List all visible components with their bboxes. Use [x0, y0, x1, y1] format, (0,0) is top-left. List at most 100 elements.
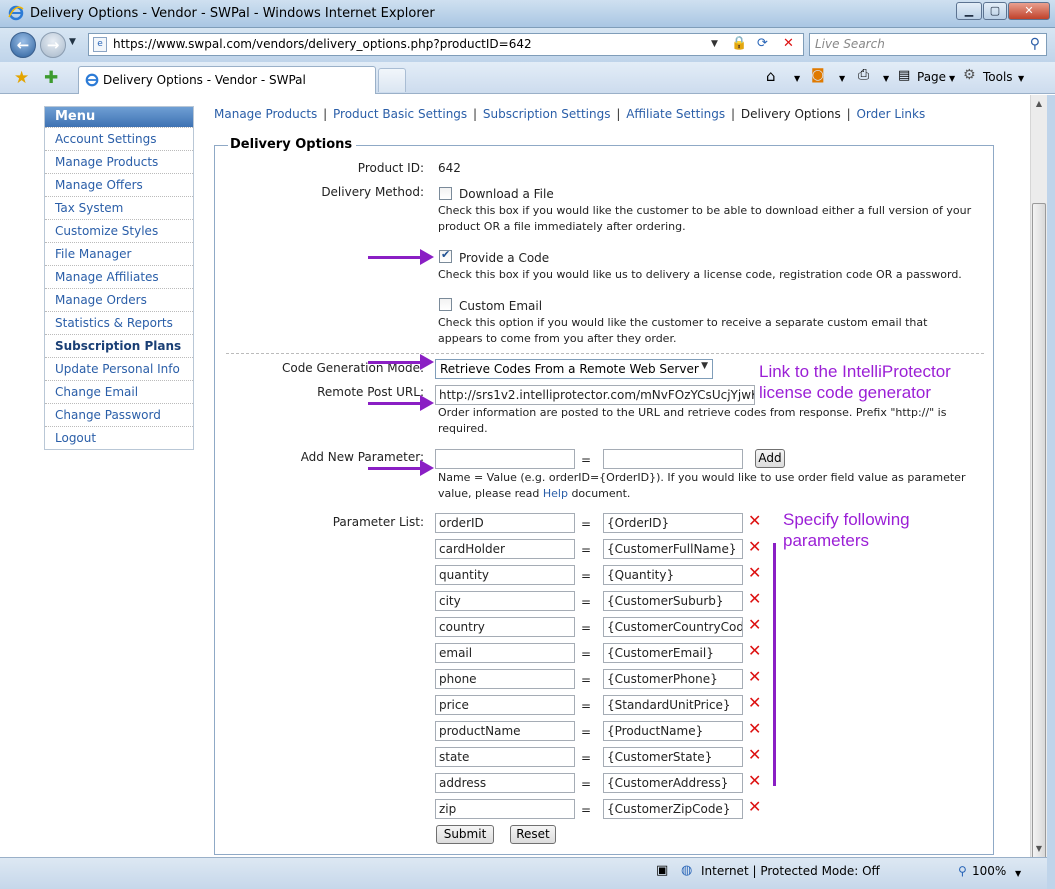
scroll-down-icon[interactable]: ▼: [1031, 840, 1047, 857]
delete-parameter-icon[interactable]: ✕: [748, 617, 761, 633]
parameter-name-input[interactable]: phone: [435, 669, 575, 689]
refresh-icon[interactable]: ⟳: [757, 33, 768, 54]
maximize-button[interactable]: ▢: [983, 2, 1007, 20]
link-manage-products[interactable]: Manage Products: [214, 107, 317, 121]
print-dropdown-icon[interactable]: ▼: [883, 74, 889, 83]
parameter-name-input[interactable]: cardHolder: [435, 539, 575, 559]
provide-code-checkbox[interactable]: [439, 248, 452, 263]
stop-icon[interactable]: ✕: [783, 33, 794, 54]
parameter-name-input[interactable]: productName: [435, 721, 575, 741]
remote-url-input[interactable]: http://srs1v2.intelliprotector.com/mNvFO…: [435, 385, 755, 405]
delete-parameter-icon[interactable]: ✕: [748, 799, 761, 815]
menu-item-change-password[interactable]: Change Password: [45, 403, 193, 426]
zoom-level[interactable]: 100%: [972, 864, 1006, 878]
parameter-value-input[interactable]: {StandardUnitPrice}: [603, 695, 743, 715]
parameter-name-input[interactable]: address: [435, 773, 575, 793]
parameter-name-input[interactable]: price: [435, 695, 575, 715]
favorites-star-icon[interactable]: ★: [14, 68, 29, 88]
parameter-value-input[interactable]: {CustomerZipCode}: [603, 799, 743, 819]
parameter-name-input[interactable]: email: [435, 643, 575, 663]
parameter-value-input[interactable]: {CustomerAddress}: [603, 773, 743, 793]
parameter-value-input[interactable]: {CustomerState}: [603, 747, 743, 767]
page-dropdown-icon[interactable]: ▼: [949, 74, 955, 83]
add-parameter-button[interactable]: Add: [755, 449, 785, 468]
scrollbar-thumb[interactable]: [1032, 203, 1046, 867]
url-dropdown-icon[interactable]: ▼: [711, 34, 718, 55]
menu-item-statistics-reports[interactable]: Statistics & Reports: [45, 311, 193, 334]
home-dropdown-icon[interactable]: ▼: [794, 74, 800, 83]
new-parameter-name-input[interactable]: [435, 449, 575, 469]
url-field[interactable]: e https://www.swpal.com/vendors/delivery…: [88, 33, 804, 56]
menu-item-manage-offers[interactable]: Manage Offers: [45, 173, 193, 196]
menu-item-manage-orders[interactable]: Manage Orders: [45, 288, 193, 311]
delete-parameter-icon[interactable]: ✕: [748, 513, 761, 529]
menu-item-manage-products[interactable]: Manage Products: [45, 150, 193, 173]
menu-item-file-manager[interactable]: File Manager: [45, 242, 193, 265]
home-icon[interactable]: ⌂: [766, 67, 776, 85]
parameter-value-input[interactable]: {CustomerEmail}: [603, 643, 743, 663]
parameter-name-input[interactable]: country: [435, 617, 575, 637]
link-affiliate-settings[interactable]: Affiliate Settings: [626, 107, 725, 121]
tab-delivery-options[interactable]: Delivery Options - Vendor - SWPal: [78, 66, 376, 94]
new-parameter-value-input[interactable]: [603, 449, 743, 469]
menu-item-change-email[interactable]: Change Email: [45, 380, 193, 403]
search-input[interactable]: Live Search ⚲: [809, 33, 1047, 56]
menu-item-account-settings[interactable]: Account Settings: [45, 127, 193, 150]
print-icon[interactable]: ⎙: [858, 67, 869, 83]
menu-item-update-personal-info[interactable]: Update Personal Info: [45, 357, 193, 380]
close-window-button[interactable]: ✕: [1008, 2, 1050, 20]
parameter-value-input[interactable]: {CustomerFullName}: [603, 539, 743, 559]
delete-parameter-icon[interactable]: ✕: [748, 643, 761, 659]
parameter-name-input[interactable]: city: [435, 591, 575, 611]
parameter-value-input[interactable]: {CustomerCountryCode}: [603, 617, 743, 637]
page-menu[interactable]: Page: [917, 70, 946, 84]
parameter-value-input[interactable]: {CustomerSuburb}: [603, 591, 743, 611]
history-dropdown-icon[interactable]: ▼: [69, 37, 76, 47]
submit-button[interactable]: Submit: [436, 825, 494, 844]
menu-item-customize-styles[interactable]: Customize Styles: [45, 219, 193, 242]
link-order-links[interactable]: Order Links: [856, 107, 925, 121]
security-zone[interactable]: Internet | Protected Mode: Off: [701, 864, 880, 878]
delete-parameter-icon[interactable]: ✕: [748, 747, 761, 763]
minimize-button[interactable]: ▁: [956, 2, 982, 20]
parameter-value-input[interactable]: {OrderID}: [603, 513, 743, 533]
reset-button[interactable]: Reset: [510, 825, 556, 844]
delete-parameter-icon[interactable]: ✕: [748, 695, 761, 711]
delete-parameter-icon[interactable]: ✕: [748, 539, 761, 555]
delete-parameter-icon[interactable]: ✕: [748, 669, 761, 685]
lock-icon[interactable]: 🔒: [731, 33, 747, 54]
delete-parameter-icon[interactable]: ✕: [748, 721, 761, 737]
menu-item-subscription-plans[interactable]: Subscription Plans: [45, 334, 193, 357]
parameter-name-input[interactable]: zip: [435, 799, 575, 819]
feeds-icon[interactable]: ◙: [811, 67, 825, 83]
menu-item-manage-affiliates[interactable]: Manage Affiliates: [45, 265, 193, 288]
download-file-checkbox[interactable]: [439, 187, 452, 200]
tools-menu[interactable]: Tools: [983, 70, 1013, 84]
parameter-name-input[interactable]: state: [435, 747, 575, 767]
back-button[interactable]: ←: [10, 32, 36, 58]
new-tab-button[interactable]: [378, 68, 406, 92]
feeds-dropdown-icon[interactable]: ▼: [839, 74, 845, 83]
scroll-up-icon[interactable]: ▲: [1031, 95, 1047, 112]
delete-parameter-icon[interactable]: ✕: [748, 565, 761, 581]
zoom-dropdown-icon[interactable]: ▼: [1015, 869, 1021, 878]
menu-item-logout[interactable]: Logout: [45, 426, 193, 449]
parameter-value-input[interactable]: {Quantity}: [603, 565, 743, 585]
parameter-value-input[interactable]: {ProductName}: [603, 721, 743, 741]
custom-email-checkbox[interactable]: [439, 298, 452, 311]
parameter-value-input[interactable]: {CustomerPhone}: [603, 669, 743, 689]
tools-dropdown-icon[interactable]: ▼: [1018, 74, 1024, 83]
link-product-basic-settings[interactable]: Product Basic Settings: [333, 107, 467, 121]
menu-item-tax-system[interactable]: Tax System: [45, 196, 193, 219]
code-generation-select[interactable]: Retrieve Codes From a Remote Web Server …: [435, 359, 713, 379]
forward-button[interactable]: →: [40, 32, 66, 58]
vertical-scrollbar[interactable]: ▲ ▼: [1030, 95, 1047, 867]
add-favorites-icon[interactable]: ✚: [44, 68, 58, 88]
help-link[interactable]: Help: [543, 487, 568, 500]
parameter-name-input[interactable]: orderID: [435, 513, 575, 533]
link-subscription-settings[interactable]: Subscription Settings: [483, 107, 611, 121]
delete-parameter-icon[interactable]: ✕: [748, 773, 761, 789]
parameter-name-input[interactable]: quantity: [435, 565, 575, 585]
delete-parameter-icon[interactable]: ✕: [748, 591, 761, 607]
popup-blocker-icon[interactable]: ▣: [656, 863, 668, 878]
